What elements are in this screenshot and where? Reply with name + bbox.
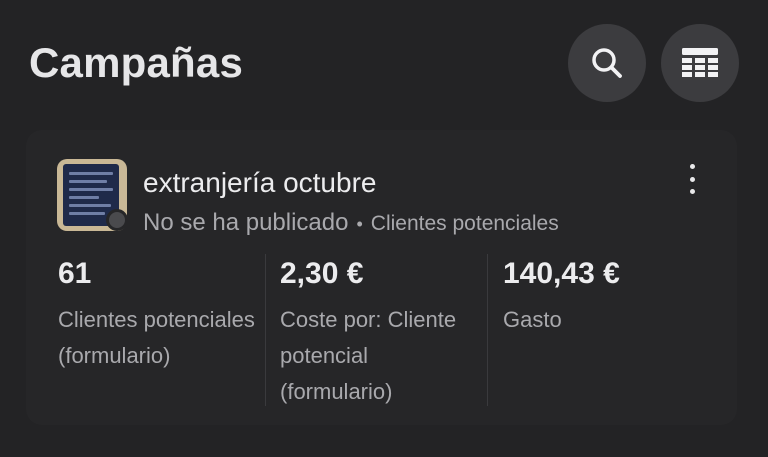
metric-value: 61 (58, 257, 92, 290)
metric-divider (487, 254, 488, 406)
more-vertical-icon (689, 164, 695, 169)
metric-leads: 61 Clientes potenciales (formulario) (58, 256, 258, 374)
separator-dot: • (356, 214, 363, 234)
metric-value: 2,30 € (280, 257, 364, 290)
metric-spend: 140,43 € Gasto (503, 256, 703, 338)
search-icon (592, 48, 622, 78)
table-icon (682, 48, 718, 77)
metric-label: Coste por: Cliente potencial (formulario… (280, 307, 457, 404)
more-options-button[interactable] (682, 164, 702, 194)
page-title: Campañas (29, 39, 244, 86)
metric-value: 140,43 € (503, 257, 620, 290)
metric-divider (265, 254, 266, 406)
table-view-button[interactable] (661, 24, 739, 102)
campaign-name[interactable]: extranjería octubre (143, 166, 376, 200)
campaign-card[interactable]: extranjería octubre No se ha publicado • C… (26, 130, 737, 425)
metric-label: Gasto (503, 307, 562, 332)
campaigns-screen: Campañas extranjería octubre No se ha pu… (0, 0, 768, 457)
campaign-status: No se ha publicado (143, 209, 349, 236)
metric-label: Clientes potenciales (formulario) (58, 307, 255, 368)
metric-cost-per-lead: 2,30 € Coste por: Cliente potencial (for… (280, 256, 480, 410)
status-indicator-icon (106, 209, 128, 231)
campaign-type: Clientes potenciales (370, 212, 559, 235)
search-button[interactable] (568, 24, 646, 102)
campaign-subline: No se ha publicado • Clientes potenciales (143, 208, 559, 239)
